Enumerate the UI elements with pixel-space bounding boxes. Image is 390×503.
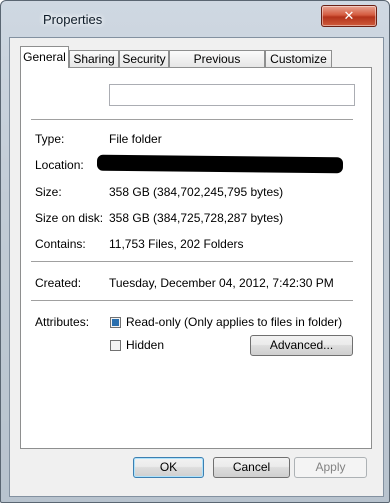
created-value: Tuesday, December 04, 2012, 7:42:30 PM bbox=[109, 276, 334, 290]
tab-security[interactable]: Security bbox=[119, 50, 169, 67]
location-label: Location: bbox=[35, 158, 84, 172]
separator bbox=[31, 261, 353, 262]
type-value: File folder bbox=[109, 132, 162, 146]
contains-label: Contains: bbox=[35, 237, 86, 251]
tab-customize[interactable]: Customize bbox=[265, 50, 332, 67]
size-label: Size: bbox=[35, 185, 62, 199]
attributes-label: Attributes: bbox=[35, 315, 90, 329]
close-button[interactable]: ✕ bbox=[321, 5, 377, 27]
separator bbox=[31, 300, 353, 301]
tab-general[interactable]: General bbox=[20, 46, 69, 68]
separator bbox=[31, 119, 353, 120]
general-tab-panel: Type: File folder Location: Size: 358 GB… bbox=[20, 67, 372, 449]
title-bar[interactable]: Properties ✕ bbox=[1, 1, 389, 37]
properties-window: Properties ✕ General Sharing Security Pr… bbox=[0, 0, 390, 503]
hidden-label[interactable]: Hidden bbox=[126, 338, 164, 352]
readonly-checkbox[interactable] bbox=[110, 317, 121, 328]
location-redaction bbox=[96, 154, 344, 174]
size-on-disk-label: Size on disk: bbox=[35, 211, 104, 225]
folder-name-field[interactable] bbox=[109, 84, 355, 106]
cancel-button[interactable]: Cancel bbox=[213, 457, 290, 478]
dialog-client-area: General Sharing Security Previous Versio… bbox=[9, 37, 384, 497]
tab-sharing[interactable]: Sharing bbox=[69, 50, 119, 67]
advanced-button[interactable]: Advanced... bbox=[250, 335, 353, 356]
apply-button[interactable]: Apply bbox=[294, 457, 367, 478]
readonly-label[interactable]: Read-only (Only applies to files in fold… bbox=[126, 315, 342, 329]
size-value: 358 GB (384,702,245,795 bytes) bbox=[109, 185, 284, 199]
size-on-disk-value: 358 GB (384,725,728,287 bytes) bbox=[109, 211, 284, 225]
hidden-checkbox[interactable] bbox=[110, 340, 121, 351]
ok-button[interactable]: OK bbox=[133, 457, 204, 478]
window-title: Properties bbox=[43, 12, 103, 27]
contains-value: 11,753 Files, 202 Folders bbox=[109, 237, 244, 251]
type-label: Type: bbox=[35, 132, 65, 146]
close-icon: ✕ bbox=[343, 8, 355, 23]
tab-previous-versions[interactable]: Previous Versions bbox=[169, 50, 265, 82]
created-label: Created: bbox=[35, 276, 82, 290]
